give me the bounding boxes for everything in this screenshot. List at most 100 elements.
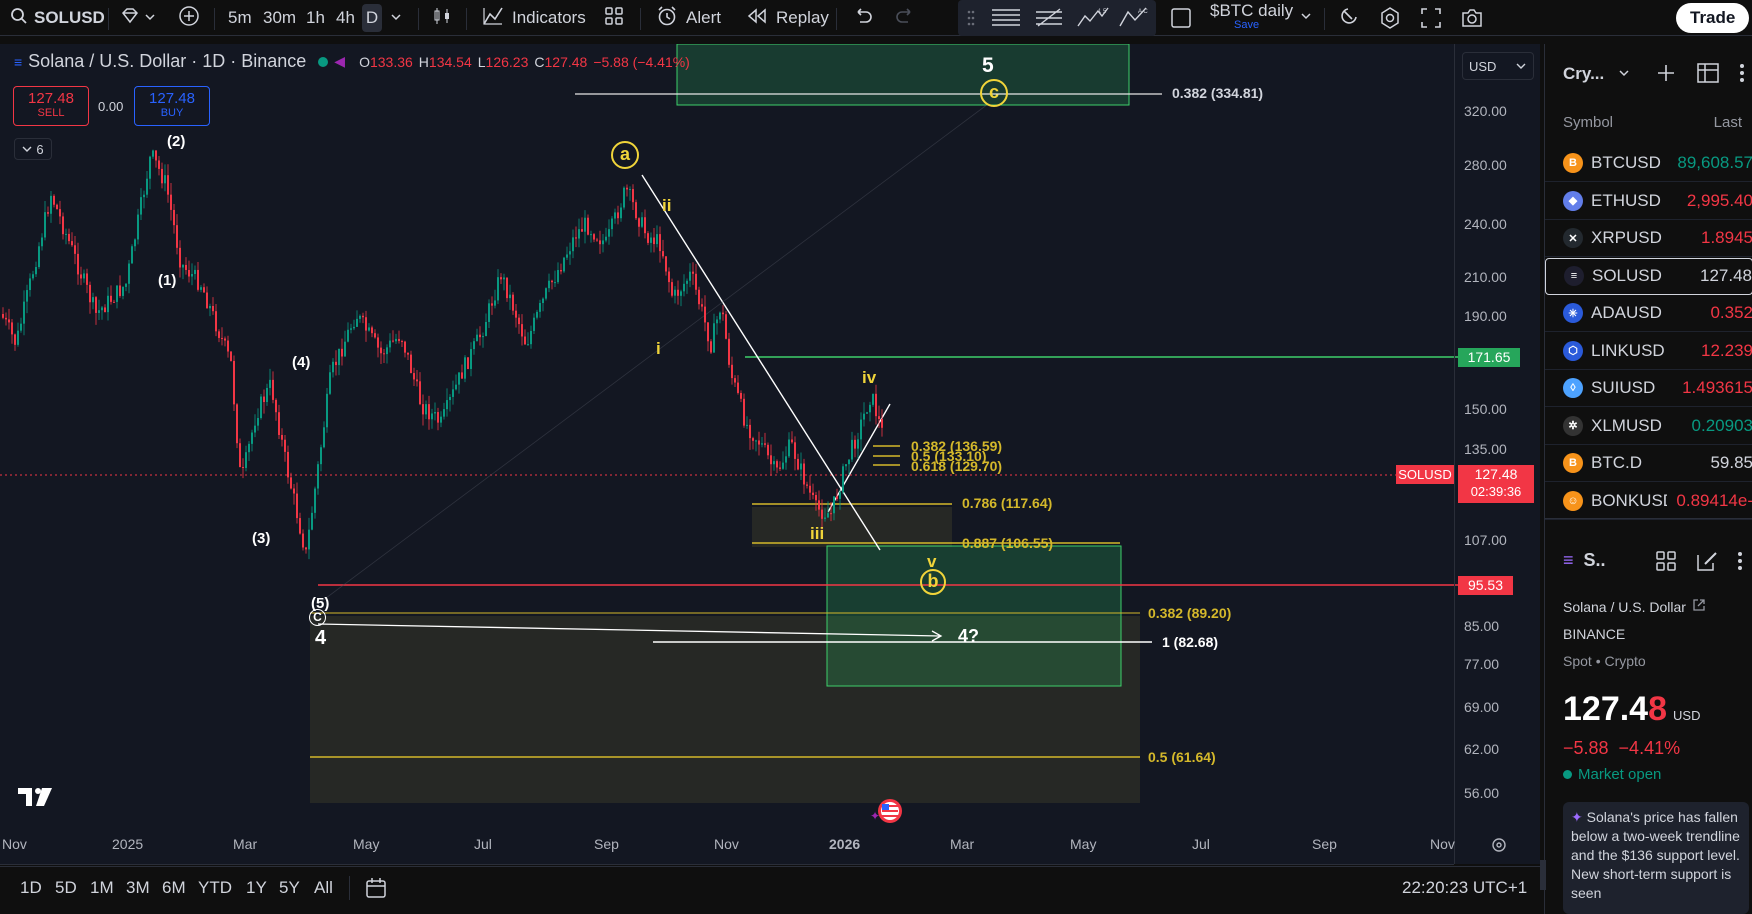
- range-5d[interactable]: 5D: [55, 878, 77, 898]
- alert-button[interactable]: Alert: [656, 0, 721, 36]
- watchlist-row[interactable]: B BTCUSD 89,608.57: [1545, 145, 1752, 182]
- range-1d[interactable]: 1D: [20, 878, 42, 898]
- range-1y[interactable]: 1Y: [246, 878, 267, 898]
- indicators-button[interactable]: Indicators: [482, 0, 586, 36]
- candle-body: [218, 331, 220, 338]
- price-chart[interactable]: [0, 44, 1540, 864]
- watchlist-row[interactable]: ◆ ETHUSD 2,995.40: [1545, 183, 1752, 220]
- range-1m[interactable]: 1M: [90, 878, 114, 898]
- time-tick: 2025: [112, 836, 144, 852]
- interval-d[interactable]: D: [362, 4, 382, 32]
- ai-news-summary[interactable]: ✦ Solana's price has fallen below a two-…: [1563, 802, 1749, 914]
- candle-body: [464, 357, 466, 379]
- layout-toggle-icon[interactable]: [1170, 0, 1192, 36]
- watchlist-row[interactable]: ✲ XLMUSD 0.20903: [1545, 408, 1752, 445]
- details-full-name-link[interactable]: Solana / U.S. Dollar: [1563, 598, 1706, 615]
- candle-body: [863, 413, 865, 420]
- svg-text:✦: ✦: [870, 809, 880, 823]
- calendar-goto-icon[interactable]: [364, 876, 388, 905]
- elliott-wave-12345-icon[interactable]: 1 5: [1076, 0, 1110, 36]
- column-last-header[interactable]: Last: [1714, 114, 1742, 131]
- quick-search-icon[interactable]: [1338, 0, 1360, 36]
- watchlist-row[interactable]: ◊ SUIUSD 1.493615: [1545, 370, 1752, 407]
- interval-4h[interactable]: 4h: [336, 0, 355, 36]
- add-symbol-plus-icon[interactable]: [1655, 62, 1677, 89]
- column-symbol-header[interactable]: Symbol: [1563, 114, 1613, 131]
- candle-body: [839, 492, 841, 499]
- chart-type-button[interactable]: [432, 0, 452, 36]
- details-full-name: Solana / U.S. Dollar: [1563, 598, 1686, 615]
- candle-body: [803, 463, 805, 485]
- sell-button[interactable]: 127.48 SELL: [13, 86, 89, 126]
- interval-1h[interactable]: 1h: [306, 0, 325, 36]
- watchlist-row[interactable]: B BTC.D 59.85: [1545, 445, 1752, 482]
- range-6m[interactable]: 6M: [162, 878, 186, 898]
- templates-button[interactable]: [604, 0, 624, 36]
- target-box-b: [826, 545, 1122, 687]
- range-5y[interactable]: 5Y: [279, 878, 300, 898]
- wave-label-i: i: [656, 339, 661, 358]
- settings-gear-icon[interactable]: [1378, 0, 1402, 36]
- candle-body: [881, 418, 883, 428]
- watchlist-row[interactable]: ☺ BONKUSD 0.89414e-: [1545, 483, 1752, 520]
- horizontal-lines-icon[interactable]: [990, 0, 1022, 36]
- fib-retracement-icon[interactable]: [1034, 0, 1064, 36]
- currency-select[interactable]: USD: [1462, 52, 1534, 80]
- candle-body: [167, 175, 169, 195]
- candle-body: [191, 273, 193, 277]
- trade-button[interactable]: Trade: [1676, 3, 1750, 33]
- candle-body: [548, 280, 550, 289]
- candle-body: [479, 334, 481, 338]
- redo-button[interactable]: [894, 0, 916, 36]
- interval-5m[interactable]: 5m: [228, 0, 252, 36]
- candle-body: [602, 240, 604, 245]
- candle-body: [698, 289, 700, 305]
- clock-timezone[interactable]: 22:20:23 UTC+1: [1402, 878, 1527, 898]
- watchlist-row[interactable]: ≡ SOLUSD 127.48: [1545, 257, 1752, 295]
- indicators-collapse-button[interactable]: 6: [14, 138, 52, 160]
- chart-pane[interactable]: ≡ Solana / U.S. Dollar · 1D · Binance ◀ …: [0, 44, 1540, 865]
- layout-name-button[interactable]: $BTC daily Save: [1208, 1, 1318, 35]
- range-3m[interactable]: 3M: [126, 878, 150, 898]
- candle-body: [716, 319, 718, 324]
- watchlist-row[interactable]: ✕ XRPUSD 1.8945: [1545, 220, 1752, 257]
- candle-body: [131, 246, 133, 264]
- buy-button[interactable]: 127.48 BUY: [134, 86, 210, 126]
- elliott-wave-abc-icon[interactable]: A C: [1118, 0, 1152, 36]
- notes-edit-icon[interactable]: [1695, 550, 1719, 577]
- candle-body: [233, 360, 235, 405]
- range-ytd[interactable]: YTD: [198, 878, 232, 898]
- more-options-icon[interactable]: [1735, 550, 1745, 577]
- drag-handle-icon[interactable]: [966, 0, 976, 36]
- interval-dropdown[interactable]: [390, 0, 402, 36]
- candle-body: [875, 393, 877, 417]
- layout-grid-icon[interactable]: [1655, 550, 1677, 577]
- axis-settings-icon[interactable]: [1490, 836, 1508, 859]
- interval-30m[interactable]: 30m: [263, 0, 296, 36]
- more-options-icon[interactable]: [1737, 62, 1747, 89]
- range-all[interactable]: All: [314, 878, 333, 898]
- gem-menu-button[interactable]: [120, 0, 156, 36]
- panel-collapse-handle[interactable]: [1540, 860, 1546, 890]
- candle-body: [410, 354, 412, 374]
- share-icon[interactable]: ◀: [334, 53, 345, 70]
- watchlist-row[interactable]: ⬡ LINKUSD 12.239: [1545, 333, 1752, 370]
- camera-icon[interactable]: [1460, 0, 1484, 36]
- watchlist-selector[interactable]: Cry...: [1563, 64, 1630, 84]
- candle-body: [638, 218, 640, 227]
- replay-button[interactable]: Replay: [746, 0, 829, 36]
- watchlist-title: Cry...: [1563, 64, 1605, 83]
- xrpusd-coin-icon: ✕: [1563, 228, 1583, 248]
- candle-body: [854, 439, 856, 449]
- symbol-search-button[interactable]: SOLUSD: [10, 0, 105, 36]
- us-flag-event-icon[interactable]: ✦: [868, 796, 910, 831]
- tradingview-logo-icon[interactable]: [18, 786, 56, 813]
- fullscreen-icon[interactable]: [1420, 0, 1442, 36]
- compare-add-button[interactable]: [178, 0, 200, 36]
- watchlist-row[interactable]: ✳ ADAUSD 0.352: [1545, 295, 1752, 332]
- details-short-name: S..: [1583, 550, 1606, 570]
- advanced-view-icon[interactable]: [1696, 62, 1720, 89]
- details-exchange[interactable]: BINANCE: [1563, 626, 1625, 642]
- btc-d-coin-icon: B: [1563, 453, 1583, 473]
- undo-button[interactable]: [852, 0, 874, 36]
